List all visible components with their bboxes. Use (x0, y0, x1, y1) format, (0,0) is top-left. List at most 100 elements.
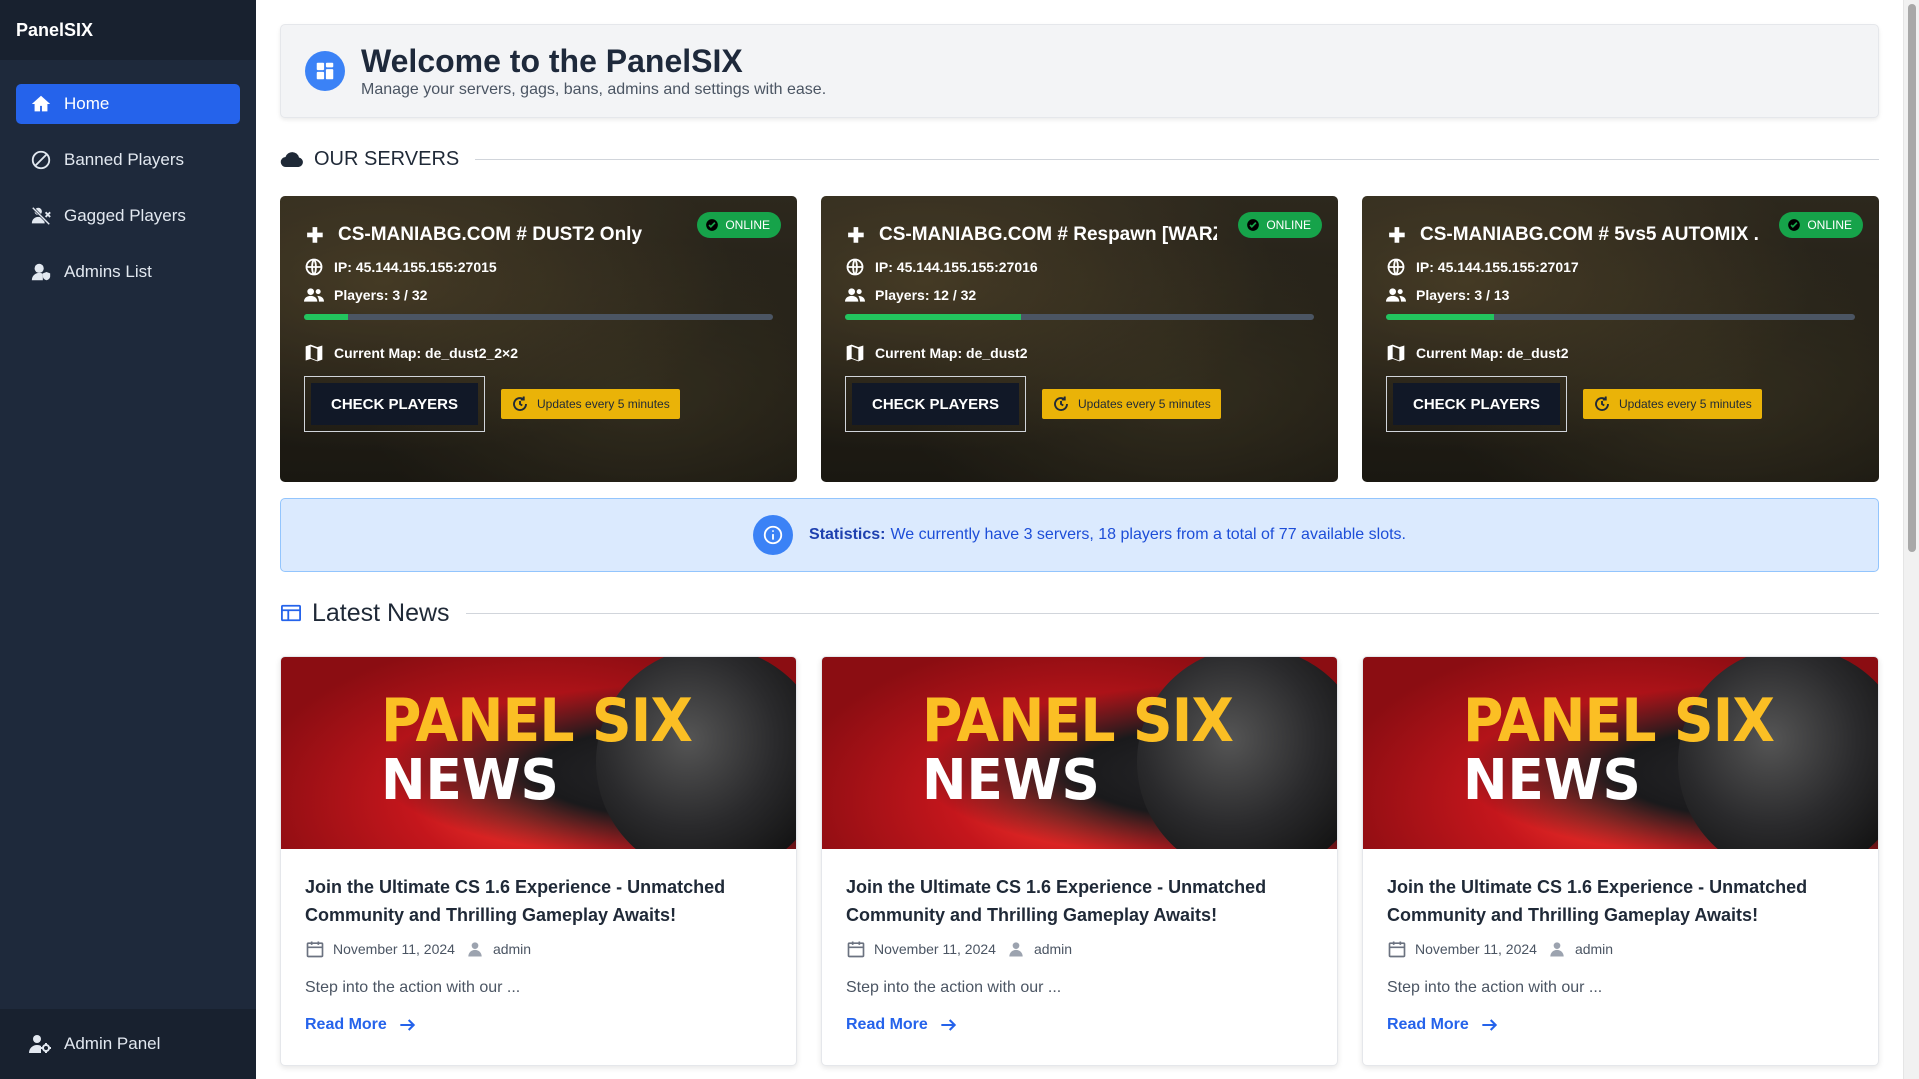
read-more-link[interactable]: Read More (305, 1015, 417, 1035)
users-icon (304, 288, 324, 302)
user-icon (1550, 942, 1564, 957)
info-icon (753, 515, 794, 555)
news-excerpt: Step into the action with our ... (1387, 979, 1603, 996)
server-ip: IP: 45.144.155.155:27015 (304, 256, 773, 278)
check-players-button[interactable]: CHECK PLAYERS (852, 383, 1019, 425)
sidebar-item-home[interactable]: Home (16, 84, 240, 124)
sidebar-item-label: Home (64, 94, 110, 113)
arrow-right-icon (1482, 1019, 1497, 1031)
server-card: ONLINE CS-MANIABG.COM # 5vs5 AUTOMIX ...… (1362, 196, 1879, 482)
gamepad-icon (1389, 227, 1405, 243)
server-map: Current Map: de_dust2 (845, 342, 1314, 364)
section-title: OUR SERVERS (314, 147, 460, 170)
news-image[interactable]: PANEL SIX NEWS (281, 657, 796, 849)
sidebar-item-gagged-players[interactable]: Gagged Players (16, 196, 240, 236)
statistics-label: Statistics: (809, 526, 886, 543)
calendar-icon (1388, 941, 1406, 958)
server-card: ONLINE CS-MANIABG.COM # Respawn [WARZ...… (821, 196, 1338, 482)
server-card: ONLINE CS-MANIABG.COM # DUST2 Only IP: 4… (280, 196, 797, 482)
ban-icon (31, 150, 51, 170)
check-circle-icon (1247, 219, 1260, 231)
servers-grid: ONLINE CS-MANIABG.COM # DUST2 Only IP: 4… (280, 196, 1879, 482)
news-card: PANEL SIX NEWS Join the Ultimate CS 1.6 … (821, 656, 1338, 1066)
server-ip: IP: 45.144.155.155:27016 (845, 256, 1314, 278)
scrollbar-thumb[interactable] (1908, 4, 1916, 552)
status-badge: ONLINE (1238, 212, 1322, 238)
page-scrollbar[interactable] (1903, 0, 1919, 1079)
user-icon (468, 942, 482, 957)
sidebar-item-admins-list[interactable]: Admins List (16, 252, 240, 292)
welcome-banner: Welcome to the PanelSIX Manage your serv… (280, 24, 1879, 118)
news-excerpt: Step into the action with our ... (846, 979, 1062, 996)
news-title[interactable]: Join the Ultimate CS 1.6 Experience - Un… (846, 873, 1313, 929)
players-progress-fill (304, 314, 348, 320)
players-progress-fill (1386, 314, 1495, 320)
statistics-alert: Statistics: We currently have 3 servers,… (280, 498, 1879, 572)
user-icon (1009, 942, 1023, 957)
sidebar-item-label: Gagged Players (64, 206, 186, 225)
dashboard-icon (305, 51, 345, 91)
status-badge: ONLINE (697, 212, 781, 238)
refresh-icon (513, 396, 527, 411)
server-ip: IP: 45.144.155.155:27017 (1386, 256, 1855, 278)
news-meta: November 11, 2024 admin (1387, 939, 1854, 959)
server-name: CS-MANIABG.COM # 5vs5 AUTOMIX ... (1386, 220, 1758, 250)
map-icon (1387, 344, 1405, 362)
check-circle-icon (1788, 219, 1801, 231)
read-more-link[interactable]: Read More (1387, 1015, 1499, 1035)
sidebar-nav: Home Banned Players Gagged Players Admin… (0, 60, 256, 292)
globe-icon (846, 258, 864, 276)
server-players: Players: 3 / 13 (1386, 284, 1855, 306)
calendar-icon (306, 941, 324, 958)
players-progress-bar (845, 314, 1314, 320)
admin-panel-label: Admin Panel (64, 1034, 161, 1053)
news-card: PANEL SIX NEWS Join the Ultimate CS 1.6 … (1362, 656, 1879, 1066)
statistics-text: We currently have 3 servers, 18 players … (890, 526, 1406, 543)
admin-panel-link[interactable]: Admin Panel (0, 1009, 256, 1079)
server-map: Current Map: de_dust2 (1386, 342, 1855, 364)
news-image[interactable]: PANEL SIX NEWS (822, 657, 1337, 849)
update-interval-badge: Updates every 5 minutes (1041, 389, 1221, 419)
refresh-icon (1054, 396, 1068, 411)
server-name: CS-MANIABG.COM # Respawn [WARZ... (845, 220, 1217, 250)
refresh-icon (1595, 396, 1609, 411)
globe-icon (305, 258, 323, 276)
section-divider (475, 158, 1879, 160)
arrow-right-icon (400, 1019, 415, 1031)
brand-logo[interactable]: PanelSIX (0, 0, 256, 60)
news-title[interactable]: Join the Ultimate CS 1.6 Experience - Un… (305, 873, 772, 929)
arrow-right-icon (941, 1019, 956, 1031)
sidebar-item-label: Admins List (64, 262, 152, 281)
news-section-header: Latest News (280, 598, 1879, 628)
page-subtitle: Manage your servers, gags, bans, admins … (361, 81, 827, 98)
server-players: Players: 12 / 32 (845, 284, 1314, 306)
gamepad-icon (307, 227, 323, 243)
sidebar-item-banned-players[interactable]: Banned Players (16, 140, 240, 180)
news-grid: PANEL SIX NEWS Join the Ultimate CS 1.6 … (280, 656, 1879, 1066)
shield-icon (31, 263, 51, 281)
news-excerpt: Step into the action with our ... (305, 979, 521, 996)
server-map: Current Map: de_dust2_2×2 (304, 342, 773, 364)
cloud-icon (280, 152, 303, 168)
map-icon (305, 344, 323, 362)
server-name: CS-MANIABG.COM # DUST2 Only (304, 220, 676, 250)
sidebar-item-label: Banned Players (64, 150, 185, 169)
user-cog-icon (29, 1035, 51, 1053)
servers-section-header: OUR SERVERS (280, 144, 1879, 174)
news-title[interactable]: Join the Ultimate CS 1.6 Experience - Un… (1387, 873, 1854, 929)
check-players-button[interactable]: CHECK PLAYERS (311, 383, 478, 425)
news-image[interactable]: PANEL SIX NEWS (1363, 657, 1878, 849)
players-progress-bar (304, 314, 773, 320)
read-more-link[interactable]: Read More (846, 1015, 958, 1035)
newspaper-icon (281, 604, 301, 622)
status-badge: ONLINE (1779, 212, 1863, 238)
page-title: Welcome to the PanelSIX (361, 43, 743, 79)
update-interval-badge: Updates every 5 minutes (500, 389, 680, 419)
players-progress-fill (845, 314, 1021, 320)
check-circle-icon (706, 219, 719, 231)
news-card: PANEL SIX NEWS Join the Ultimate CS 1.6 … (280, 656, 797, 1066)
users-icon (1386, 288, 1406, 302)
map-icon (846, 344, 864, 362)
check-players-button[interactable]: CHECK PLAYERS (1393, 383, 1560, 425)
main-content: Welcome to the PanelSIX Manage your serv… (280, 24, 1879, 1066)
